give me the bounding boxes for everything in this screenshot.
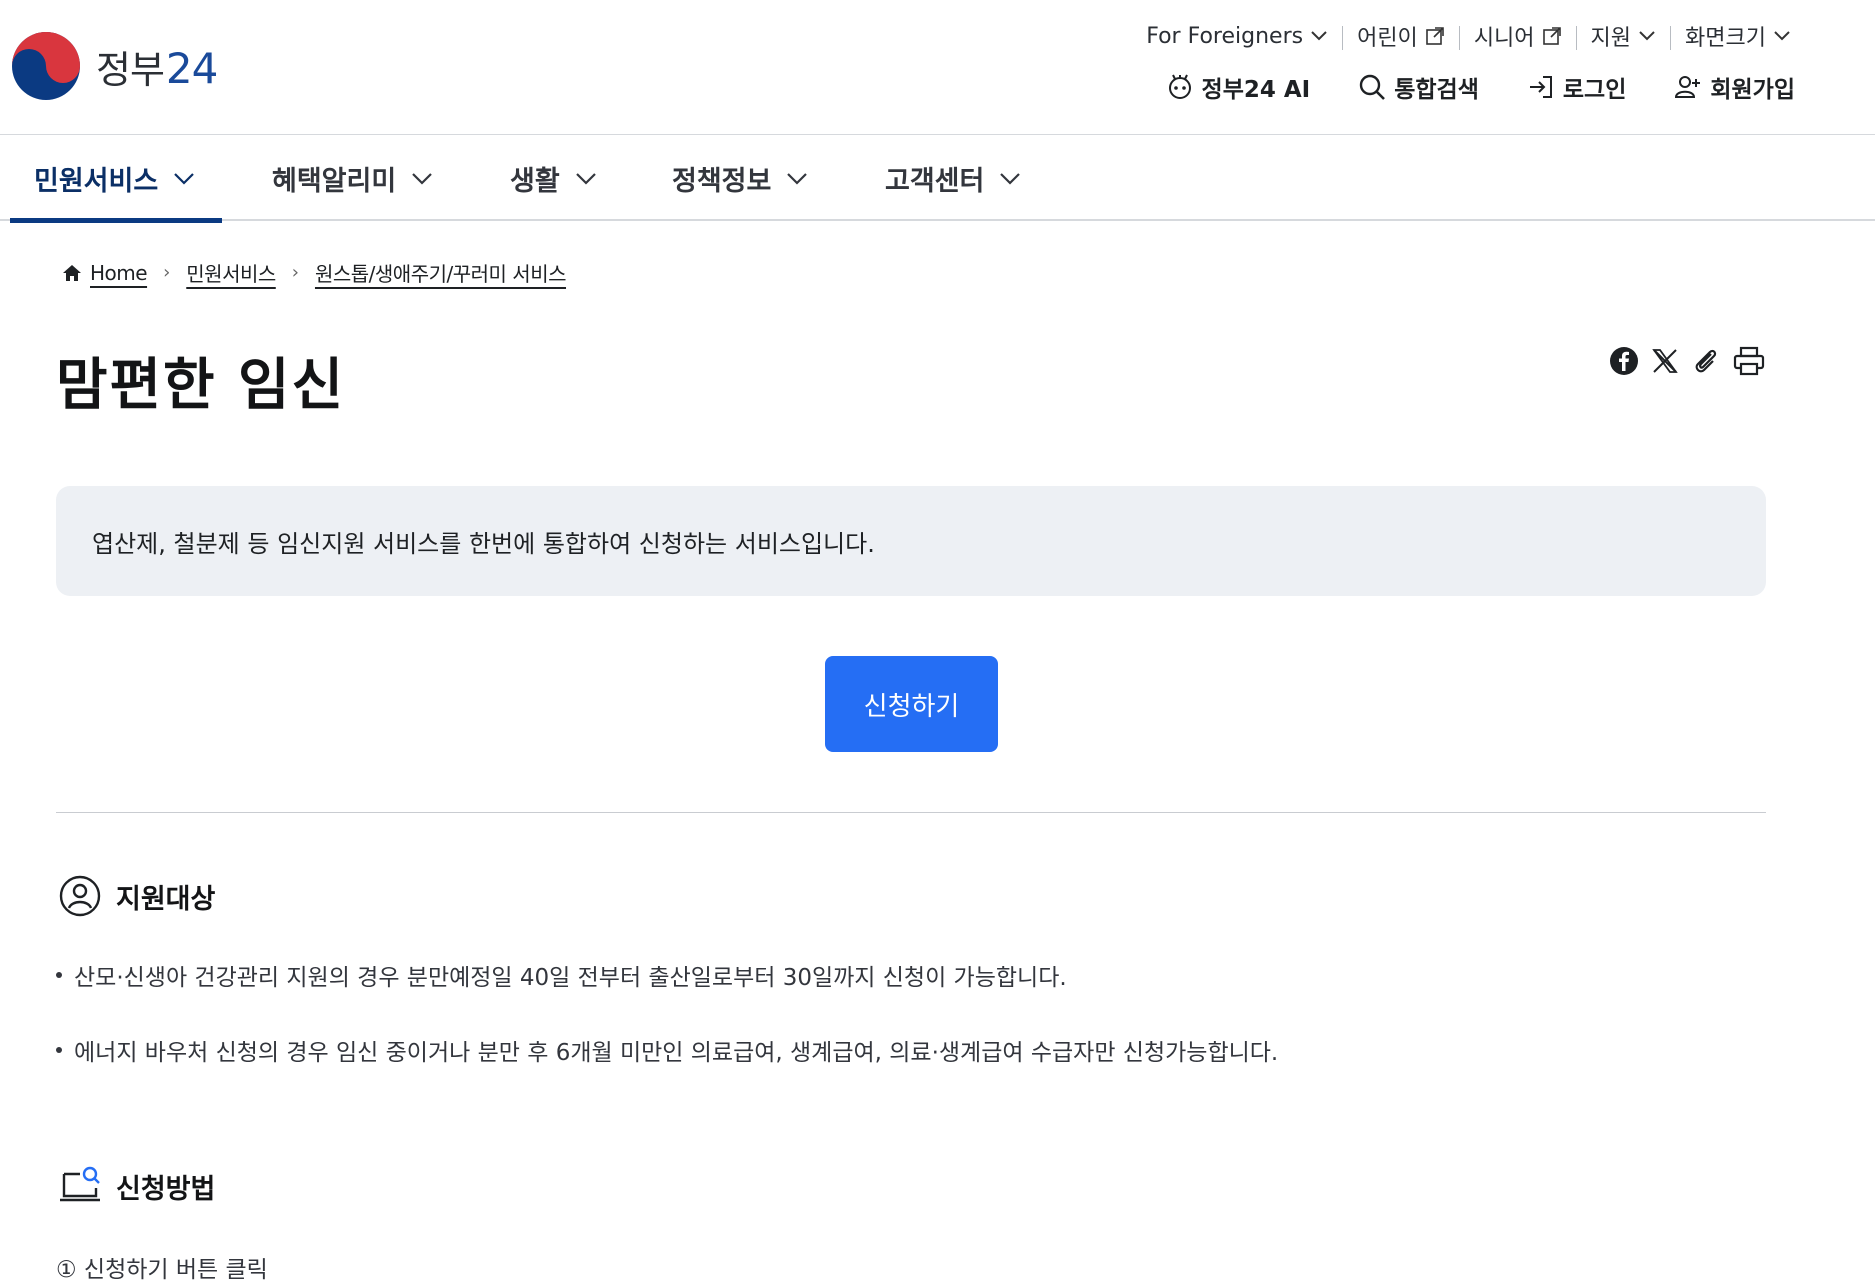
- external-link-icon: [1542, 27, 1561, 45]
- header-actions: 정부24 AI 통합검색 로그인 회원가입: [1118, 70, 1795, 104]
- breadcrumb-home[interactable]: Home: [90, 261, 148, 285]
- nav-label: 고객센터: [885, 166, 985, 197]
- gov24-ai-label: 정부24 AI: [1201, 77, 1311, 103]
- x-icon[interactable]: [1651, 347, 1679, 375]
- chevron-down-icon: [1774, 31, 1790, 41]
- nav-label: 정책정보: [672, 166, 772, 197]
- nav-item-benefits[interactable]: 혜택알리미: [272, 136, 432, 221]
- login-button[interactable]: 로그인: [1527, 70, 1626, 104]
- signup-button[interactable]: 회원가입: [1674, 70, 1795, 104]
- login-icon: [1529, 76, 1552, 98]
- utility-links: For Foreigners 어린이 시니어 지원 화면크기: [1131, 18, 1805, 54]
- share-tools: [1597, 346, 1765, 376]
- main-nav: 민원서비스 혜택알리미 생활 정책정보 고객센터: [0, 136, 1875, 223]
- list-item-text: 산모·신생아 건강관리 지원의 경우 분만예정일 40일 전부터 출산일로부터 …: [74, 965, 1067, 991]
- chevron-down-icon: [575, 172, 596, 185]
- user-circle-icon: [59, 875, 101, 917]
- nav-label: 민원서비스: [34, 166, 159, 197]
- nav-label: 생활: [510, 166, 560, 197]
- nav-label: 혜택알리미: [272, 166, 397, 197]
- section-title-label: 신청방법: [116, 1173, 216, 1205]
- nav-item-customer-center[interactable]: 고객센터: [885, 136, 1021, 221]
- chevron-down-icon: [174, 172, 194, 185]
- util-label: 어린이: [1357, 26, 1418, 51]
- chevron-down-icon: [1000, 172, 1021, 185]
- laptop-search-icon: [60, 1166, 100, 1202]
- section-title-method: 신청방법: [58, 1164, 215, 1208]
- util-label: 화면크기: [1685, 26, 1766, 51]
- logo-wordmark: 정부 24: [96, 39, 218, 94]
- list-item-text: 에너지 바우처 신청의 경우 임신 중이거나 분만 후 6개월 미만인 의료급여…: [74, 1040, 1279, 1066]
- breadcrumb-civil-services[interactable]: 민원서비스: [186, 258, 276, 287]
- util-support[interactable]: 지원: [1575, 20, 1670, 52]
- chevron-down-icon: [1639, 31, 1655, 41]
- page-title: 맘편한 임신: [56, 353, 346, 418]
- signup-label: 회원가입: [1710, 77, 1795, 103]
- breadcrumb-separator-icon: ›: [163, 262, 171, 283]
- util-for-foreigners[interactable]: For Foreigners: [1131, 24, 1342, 49]
- nav-item-life[interactable]: 생활: [510, 136, 596, 221]
- taegeuk-logo-icon: [12, 32, 80, 100]
- gov24-ai-button[interactable]: 정부24 AI: [1166, 70, 1311, 104]
- util-label: 시니어: [1473, 26, 1535, 51]
- gov24-logo[interactable]: 정부 24: [10, 30, 218, 102]
- login-label: 로그인: [1562, 77, 1627, 103]
- chevron-down-icon: [787, 172, 808, 185]
- service-summary-text: 엽산제, 철분제 등 임신지원 서비스를 한번에 통합하여 신청하는 서비스입니…: [92, 529, 875, 558]
- chevron-down-icon: [1311, 31, 1327, 41]
- section-title-label: 지원대상: [116, 883, 216, 915]
- search-label: 통합검색: [1394, 77, 1479, 103]
- ai-robot-icon: [1168, 74, 1191, 99]
- util-screen-size[interactable]: 화면크기: [1670, 20, 1805, 52]
- section-title-target: 지원대상: [58, 874, 215, 918]
- list-item: 에너지 바우처 신청의 경우 임신 중이거나 분만 후 6개월 미만인 의료급여…: [56, 1033, 1278, 1067]
- site-header: 정부 24 For Foreigners 어린이 시니어 지원 화면크기 정부2…: [0, 0, 1875, 135]
- integrated-search-button[interactable]: 통합검색: [1358, 70, 1479, 104]
- util-label: 지원: [1590, 26, 1632, 51]
- breadcrumb: Home › 민원서비스 › 원스톱/생애주기/꾸러미 서비스: [62, 258, 567, 287]
- list-item: 산모·신생아 건강관리 지원의 경우 분만예정일 40일 전부터 출산일로부터 …: [56, 958, 1067, 992]
- user-add-icon: [1675, 76, 1701, 98]
- search-icon: [1360, 74, 1386, 100]
- chevron-down-icon: [412, 172, 432, 185]
- service-summary-box: 엽산제, 철분제 등 임신지원 서비스를 한번에 통합하여 신청하는 서비스입니…: [56, 486, 1766, 596]
- logo-number: 24: [165, 43, 218, 93]
- nav-item-civil-services[interactable]: 민원서비스: [9, 136, 223, 223]
- util-label: For Foreigners: [1146, 23, 1304, 49]
- external-link-icon: [1426, 27, 1444, 45]
- section-divider: [56, 812, 1766, 813]
- apply-button[interactable]: 신청하기: [825, 656, 998, 752]
- util-senior[interactable]: 시니어: [1458, 20, 1576, 52]
- util-kids[interactable]: 어린이: [1342, 20, 1459, 52]
- clip-icon[interactable]: [1691, 346, 1721, 376]
- bullet-dot: [56, 1047, 62, 1053]
- home-icon: [63, 264, 81, 281]
- breadcrumb-separator-icon: ›: [291, 262, 299, 283]
- facebook-icon[interactable]: [1609, 346, 1639, 376]
- nav-item-policy[interactable]: 정책정보: [672, 136, 808, 221]
- logo-text: 정부: [96, 47, 165, 92]
- bullet-dot: [56, 972, 62, 978]
- method-step: ① 신청하기 버튼 클릭: [56, 1257, 268, 1283]
- breadcrumb-onestop[interactable]: 원스톱/생애주기/꾸러미 서비스: [315, 258, 567, 287]
- print-icon[interactable]: [1733, 346, 1765, 376]
